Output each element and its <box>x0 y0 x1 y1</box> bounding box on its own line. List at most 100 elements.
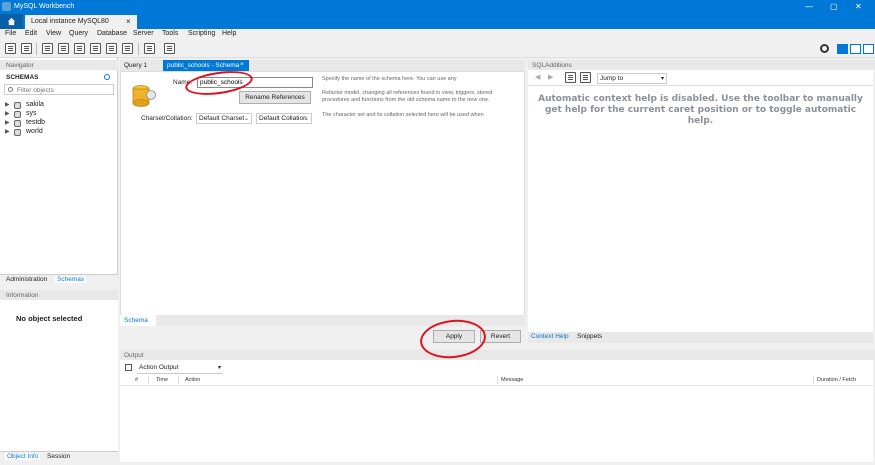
connection-tab-label: Local instance MySQL80 <box>31 18 109 25</box>
gear-icon[interactable] <box>820 44 829 53</box>
output-type-value: Action Output <box>139 364 179 371</box>
tab-session[interactable]: Session <box>47 453 70 460</box>
editor-bottom-tabs: Schema <box>120 315 525 326</box>
filter-objects-box[interactable] <box>4 84 114 95</box>
reconnect-icon[interactable] <box>164 43 175 54</box>
jump-to-select[interactable]: Jump to ▾ <box>597 73 667 84</box>
menu-view[interactable]: View <box>46 30 61 37</box>
snippet-icon[interactable] <box>565 72 576 83</box>
inspector-icon[interactable] <box>42 43 53 54</box>
mysql-workbench-logo-icon <box>2 2 11 11</box>
column-divider <box>148 376 149 384</box>
database-icon <box>14 129 21 136</box>
create-table-icon[interactable] <box>74 43 85 54</box>
column-divider <box>813 376 814 384</box>
tab-snippets[interactable]: Snippets <box>577 333 602 340</box>
minimize-icon[interactable]: — <box>805 2 813 11</box>
create-function-icon[interactable] <box>122 43 133 54</box>
tab-public-schools-schema-label: public_schools - Schema <box>167 62 240 69</box>
database-icon <box>14 111 21 118</box>
schema-item-sys[interactable]: ▶ sys <box>5 110 115 119</box>
sql-additions-header: SQLAdditions <box>528 60 875 70</box>
create-schema-icon[interactable] <box>58 43 69 54</box>
schema-item-sakila[interactable]: ▶ sakila <box>5 101 115 110</box>
expand-arrow-icon[interactable]: ▶ <box>5 128 10 135</box>
toolbar-separator <box>138 43 139 55</box>
expand-arrow-icon[interactable]: ▶ <box>5 101 10 108</box>
chevron-down-icon: ⌄ <box>303 116 309 122</box>
tab-query-1[interactable]: Query 1 <box>120 60 151 71</box>
revert-button[interactable]: Revert <box>480 330 521 343</box>
connection-tab[interactable]: Local instance MySQL80 × <box>25 15 137 29</box>
maximize-icon[interactable]: ▢ <box>830 2 838 11</box>
charset-select-value: Default Charset <box>199 115 245 122</box>
menu-file[interactable]: File <box>5 30 16 37</box>
charset-collation-label: Charset/Collation: <box>141 115 193 122</box>
schema-editor: Name: Rename References Charset/Collatio… <box>120 71 525 348</box>
output-type-select[interactable]: Action Output ▾ <box>137 363 223 374</box>
schema-item-testdb[interactable]: ▶ testdb <box>5 119 115 128</box>
open-sql-script-icon[interactable] <box>21 43 32 54</box>
toggle-secondary-sidebar-icon[interactable] <box>863 44 874 54</box>
schema-name: testdb <box>26 119 46 126</box>
charset-select[interactable]: Default Charset ⌄ <box>196 113 252 124</box>
tab-public-schools-schema[interactable]: public_schools - Schema × <box>163 60 249 71</box>
tab-object-info[interactable]: Object Info <box>5 453 41 460</box>
navigator-tabs: Administration Schemas <box>0 274 118 284</box>
menu-help[interactable]: Help <box>222 30 236 37</box>
collation-select-value: Default Collation <box>259 115 307 122</box>
schema-item-world[interactable]: ▶ world <box>5 128 115 137</box>
column-divider <box>497 376 498 384</box>
information-panel: No object selected <box>0 300 118 451</box>
sql-additions-toolbar: ◀ ▶ Jump to ▾ <box>528 70 873 86</box>
close-tab-icon[interactable]: × <box>126 17 131 26</box>
expand-arrow-icon[interactable]: ▶ <box>5 110 10 117</box>
tab-administration[interactable]: Administration <box>6 276 47 283</box>
create-view-icon[interactable] <box>90 43 101 54</box>
toggle-auto-help-icon[interactable] <box>580 72 591 83</box>
editor-tab-strip: Query 1 public_schools - Schema × <box>120 60 525 71</box>
create-procedure-icon[interactable] <box>106 43 117 54</box>
schema-name-input[interactable] <box>197 77 313 88</box>
forward-arrow-icon[interactable]: ▶ <box>548 73 553 81</box>
close-tab-icon[interactable]: × <box>240 61 244 68</box>
new-sql-tab-icon[interactable] <box>5 43 16 54</box>
close-icon[interactable]: ✕ <box>855 2 862 11</box>
database-icon <box>14 102 21 109</box>
menu-query[interactable]: Query <box>69 30 88 37</box>
tab-schemas[interactable]: Schemas <box>55 276 87 283</box>
database-icon <box>14 120 21 127</box>
toggle-sidebar-icon[interactable] <box>837 44 848 54</box>
tab-context-help[interactable]: Context Help <box>531 333 569 340</box>
tab-schema[interactable]: Schema <box>120 315 156 326</box>
jump-to-label: Jump to <box>600 75 624 82</box>
menu-tools[interactable]: Tools <box>162 30 178 37</box>
menu-edit[interactable]: Edit <box>25 30 37 37</box>
refresh-icon[interactable] <box>104 74 110 80</box>
toggle-output-icon[interactable] <box>850 44 861 54</box>
output-copy-icon[interactable] <box>125 364 132 371</box>
menu-database[interactable]: Database <box>97 30 127 37</box>
back-arrow-icon[interactable]: ◀ <box>535 73 540 81</box>
output-header: Output <box>120 350 875 360</box>
schema-name: sakila <box>26 101 44 108</box>
collation-select[interactable]: Default Collation ⌄ <box>256 113 312 124</box>
schemas-label: SCHEMAS <box>6 74 39 81</box>
context-help-text: Automatic context help is disabled. Use … <box>538 94 863 126</box>
apply-button[interactable]: Apply <box>433 330 475 343</box>
sql-additions-panel: ◀ ▶ Jump to ▾ Automatic context help is … <box>528 70 873 332</box>
chevron-down-icon: ▾ <box>660 76 664 82</box>
expand-arrow-icon[interactable]: ▶ <box>5 119 10 126</box>
window-title: MySQL Workbench <box>14 3 75 10</box>
home-icon <box>7 17 16 26</box>
rename-references-button[interactable]: Rename References <box>239 91 311 104</box>
column-duration-fetch: Duration / Fetch <box>817 377 857 383</box>
navigator-panel: Navigator SCHEMAS ▶ sakila ▶ sys ▶ testd… <box>0 58 118 284</box>
menu-server[interactable]: Server <box>133 30 154 37</box>
menu-scripting[interactable]: Scripting <box>188 30 215 37</box>
home-tab[interactable] <box>0 14 23 29</box>
refactor-description: Refactor model, changing all references … <box>322 90 493 103</box>
search-table-data-icon[interactable] <box>144 43 155 54</box>
column-time: Time <box>156 377 169 383</box>
filter-objects-input[interactable] <box>17 86 111 94</box>
